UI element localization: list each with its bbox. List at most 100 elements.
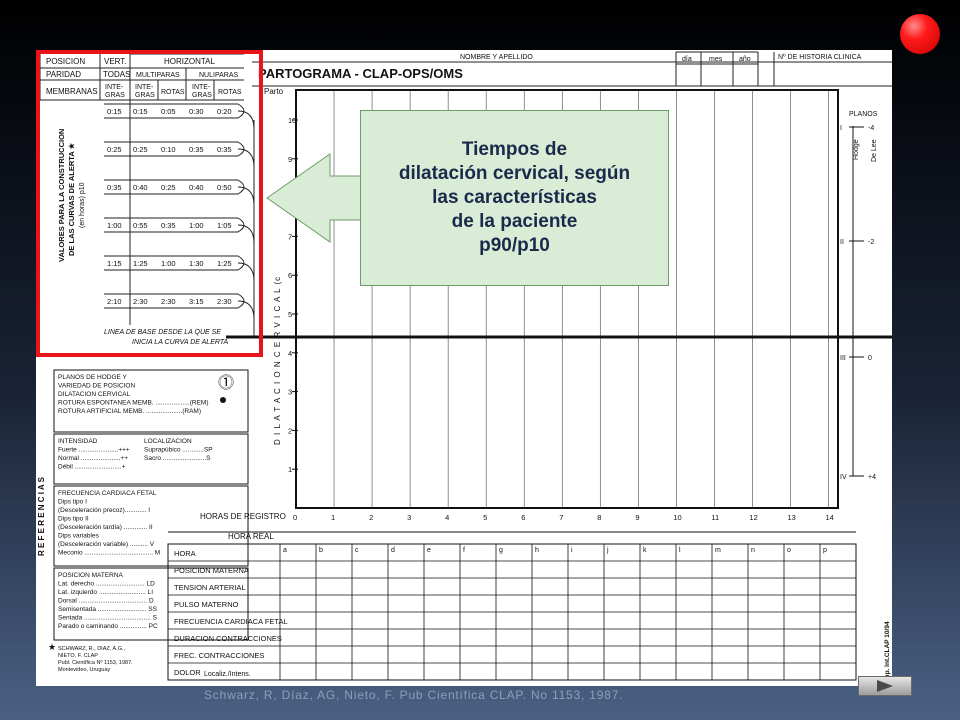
y-tick-label: 8: [288, 194, 292, 203]
reference-text: Parado o caminando ............... PC: [58, 623, 158, 630]
grid-column-letter: d: [391, 547, 395, 554]
grid-column-letter: a: [283, 547, 287, 554]
x-tick-label: 3: [407, 513, 411, 522]
grid-column-letter: e: [427, 547, 431, 554]
star-icon: ★: [48, 642, 56, 652]
callout-line-3: las características: [432, 187, 597, 208]
y-tick-label: 4: [288, 349, 292, 358]
x-tick-label: 11: [711, 513, 719, 522]
hodge-symbol-icon: ⓵: [218, 374, 234, 392]
callout-line-4: de la paciente: [451, 211, 578, 232]
reference-text: DILATACION CERVICAL: [58, 391, 131, 398]
dolor-sub-label: Localiz./Intens.: [204, 671, 251, 678]
x-tick-label: 4: [445, 513, 449, 522]
side-note: Imp. Int.CLAP 10/94: [884, 621, 891, 682]
reference-text: LOCALIZACION: [144, 438, 192, 445]
reference-text: (Desceleración tardía) ............. II: [58, 524, 153, 531]
x-tick-label: 2: [369, 513, 373, 522]
plano-roman: III: [840, 355, 846, 362]
reference-text: Semisentada ........................... …: [58, 606, 158, 613]
plano-delee-value: -2: [868, 239, 874, 246]
callout-line-2: dilatación cervical, según: [398, 163, 631, 184]
grid-column-letter: j: [606, 547, 609, 554]
reference-text: Meconio ................................…: [58, 550, 160, 557]
nombre-label: NOMBRE Y APELLIDO: [460, 54, 533, 61]
reference-citation: Publ. Científica Nº 1153, 1987.: [58, 659, 133, 666]
plano-roman: I: [840, 125, 842, 132]
x-tick-label: 1: [331, 513, 335, 522]
delee-label: De Lee: [871, 139, 878, 162]
grid-column-letter: c: [355, 547, 359, 554]
referencias-vertical: R E F E R E N C I A S: [37, 476, 46, 556]
reference-text: VARIEDAD DE POSICION: [58, 383, 135, 390]
mes-label: mes: [709, 56, 723, 63]
hora-real-label: HORA REAL: [228, 532, 274, 541]
x-tick-label: 13: [787, 513, 795, 522]
grid-row-label: DURACION CONTRACCIONES: [174, 634, 282, 643]
historia-label: Nº DE HISTORIA CLINICA: [778, 54, 862, 61]
reference-text: Suprapúbico ............SP: [144, 447, 213, 454]
y-axis-label: D I L A T A C I O N C E R V I C A L (c: [273, 276, 282, 445]
grid-column-letter: g: [499, 547, 503, 554]
grid-column-letter: i: [571, 547, 573, 554]
grid-column-letter: h: [535, 547, 539, 554]
reference-text: Sacro ........................S: [144, 455, 211, 462]
form-title: PARTOGRAMA - CLAP-OPS/OMS: [258, 66, 463, 81]
reference-text: Sentada ................................…: [58, 615, 158, 622]
y-tick-label: 7: [288, 232, 292, 241]
callout-line-1: Tiempos de: [461, 139, 568, 160]
reference-text: POSICION MATERNA: [58, 572, 124, 579]
grid-column-letter: p: [823, 547, 827, 554]
red-circle-icon: [900, 14, 940, 54]
next-arrow-icon: [877, 680, 893, 692]
grid-column-letter: k: [643, 547, 647, 554]
y-tick-label: 2: [288, 426, 292, 435]
x-tick-label: 9: [635, 513, 639, 522]
x-tick-label: 5: [483, 513, 487, 522]
parto-label: Parto: [264, 87, 284, 96]
grid-row-label: HORA: [174, 549, 196, 558]
grid-column-letter: b: [319, 547, 323, 554]
callout-line-5: p90/p10: [479, 235, 550, 256]
grid-row-label: FRECUENCIA CARDIACA FETAL: [174, 617, 288, 626]
highlight-frame: [36, 50, 263, 357]
y-tick-label: 9: [288, 155, 292, 164]
x-tick-label: 0: [293, 513, 297, 522]
grid-row-label: POSICION MATERNA: [174, 566, 249, 575]
presentation-slide: NOMBRE Y APELLIDO día mes año Nº DE HIST…: [0, 0, 960, 720]
reference-citation: SCHWARZ, R., DIAZ, A.G.,: [58, 646, 125, 652]
y-tick-label: 1: [288, 465, 292, 474]
reference-text: Dips tipo II: [58, 516, 89, 523]
reference-text: (Desceleración precoz)............ I: [58, 507, 150, 514]
reference-citation: Montevideo, Uruguay: [58, 667, 111, 673]
reference-text: INTENSIDAD: [58, 438, 98, 445]
grid-column-letter: m: [715, 547, 721, 554]
plano-delee-value: 0: [868, 355, 872, 362]
planos-scale: I -4 II -2 III 0 IV +4: [840, 125, 876, 481]
dia-label: día: [682, 56, 692, 63]
citation-caption: Schwarz, R, Díaz, AG, Nieto, F. Pub Cien…: [204, 688, 624, 702]
grid-row-label: PULSO MATERNO: [174, 600, 239, 609]
monitoring-grid: HORA POSICION MATERNA TENSION ARTERIAL PULS…: [167, 531, 857, 681]
grid-column-letter: o: [787, 547, 791, 554]
grid-row-label: FREC. CONTRACCIONES: [174, 651, 264, 660]
x-tick-label: 10: [673, 513, 681, 522]
y-tick-label: 6: [288, 271, 292, 280]
reference-text: Lat. izquierdo .........................…: [58, 589, 153, 596]
plano-roman: II: [840, 239, 844, 246]
plano-roman: IV: [840, 474, 847, 481]
grid-row-label: DOLOR: [174, 668, 201, 677]
reference-citation: NIETO, F. CLAP: [58, 653, 98, 659]
reference-text: Débil ..........................+: [58, 464, 126, 471]
x-tick-label: 7: [559, 513, 563, 522]
plano-delee-value: -4: [868, 125, 874, 132]
reference-text: FRECUENCIA CARDIACA FETAL: [58, 490, 157, 497]
x-tick-label: 8: [597, 513, 601, 522]
x-tick-label: 12: [749, 513, 757, 522]
grid-column-letter: n: [751, 547, 755, 554]
reference-text: Dips tipo I: [58, 499, 87, 506]
horas-registro-label: HORAS DE REGISTRO: [200, 512, 286, 521]
reference-text: (Desceleración variable) .......... V: [58, 541, 155, 548]
anio-label: año: [739, 56, 751, 63]
grid-column-letter: f: [463, 547, 465, 554]
